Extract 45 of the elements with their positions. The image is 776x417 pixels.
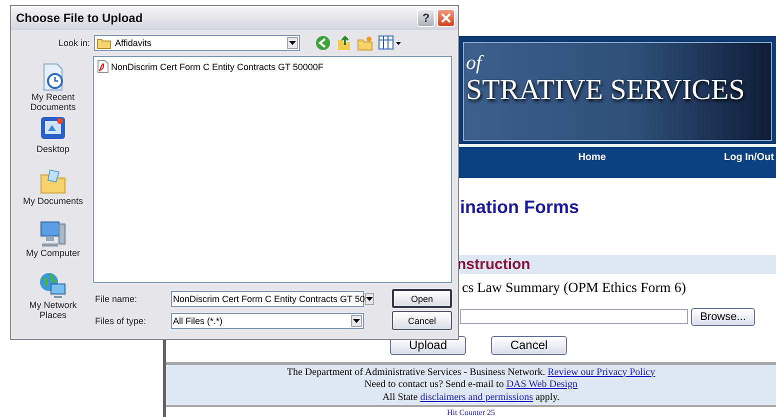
look-in-dropdown[interactable]: Affidavits [94, 35, 300, 51]
place-item[interactable]: My Recent Documents [17, 62, 89, 113]
footer-text: The Department of Administrative Services - Business Network. Review our Privacy Policy [286, 366, 656, 379]
open-button[interactable]: Open [392, 289, 452, 308]
place-item[interactable]: Desktop [17, 114, 89, 165]
place-label: Desktop [35, 144, 71, 154]
banner-title: STRATIVE SERVICES [466, 74, 746, 107]
file-name-label: File name: [94, 294, 138, 304]
view-menu-icon[interactable] [378, 35, 402, 51]
form-button[interactable]: Cancel [491, 336, 567, 354]
folder-icon [97, 38, 111, 48]
browse-button[interactable]: Browse... [691, 308, 755, 326]
page-heading: ination Forms [460, 196, 580, 218]
hit-counter: Hit Counter 25 [447, 408, 495, 417]
file-path-field[interactable] [460, 309, 688, 324]
up-folder-icon[interactable] [336, 35, 352, 51]
back-icon[interactable] [315, 35, 331, 51]
footer-link[interactable]: Review our Privacy Policy [548, 366, 656, 378]
file-type-dropdown[interactable]: All Files (*.*) [171, 312, 364, 328]
banner-text: of [466, 53, 482, 73]
place-label: My Network Places [28, 300, 78, 320]
section-heading: nstruction [457, 256, 530, 272]
close-button[interactable] [437, 9, 455, 27]
form-label: cs Law Summary (OPM Ethics Form 6) [462, 280, 687, 296]
place-label: My Documents [22, 196, 84, 206]
footer-link[interactable]: disclaimers and permissions [420, 392, 533, 402]
nav-link[interactable]: Log In/Out [724, 152, 774, 164]
network-icon [38, 270, 68, 300]
help-button[interactable]: ? [417, 9, 435, 27]
place-item[interactable]: My Documents [17, 166, 89, 217]
place-label: My Recent Documents [29, 92, 77, 112]
footer-text: Need to contact us? Send e-mail to DAS Web Design [364, 379, 578, 392]
place-item[interactable]: My Computer [17, 218, 89, 269]
look-in-label: Look in: [57, 38, 91, 48]
close-icon [440, 12, 452, 24]
file-type-label: Files of type: [94, 316, 148, 326]
dialog-title: Choose File to Upload [16, 11, 144, 25]
footer-text: All State disclaimers and permissions apply. [382, 392, 560, 404]
footer-link[interactable]: DAS Web Design [506, 379, 578, 390]
nav-link[interactable]: Home [578, 152, 606, 164]
place-label: My Computer [24, 248, 81, 258]
place-item[interactable]: My Network Places [17, 270, 89, 321]
file-item[interactable]: NonDiscrim Cert Form C Entity Contracts GT 50000F [97, 60, 324, 73]
pdf-file-icon [97, 60, 109, 73]
cancel-button[interactable]: Cancel [392, 311, 452, 330]
